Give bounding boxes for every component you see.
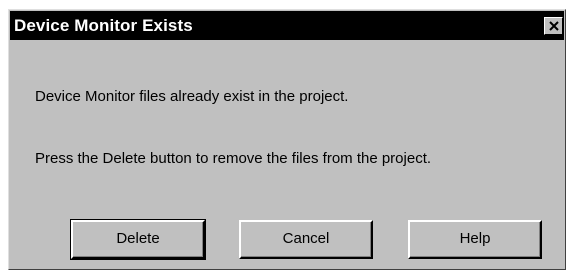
help-button[interactable]: Help (408, 220, 542, 259)
cancel-button[interactable]: Cancel (239, 220, 373, 259)
device-monitor-exists-dialog: Device Monitor Exists Device Monitor fil… (8, 9, 566, 270)
message-line-delete-instruction: Press the Delete button to remove the fi… (35, 150, 432, 167)
title-bar: Device Monitor Exists (10, 11, 564, 40)
close-x-icon (549, 21, 559, 31)
delete-button[interactable]: Delete (70, 219, 206, 260)
close-button[interactable] (544, 17, 563, 35)
message-line-existing-files: Device Monitor files already exist in th… (35, 88, 349, 105)
dialog-title: Device Monitor Exists (14, 16, 193, 35)
